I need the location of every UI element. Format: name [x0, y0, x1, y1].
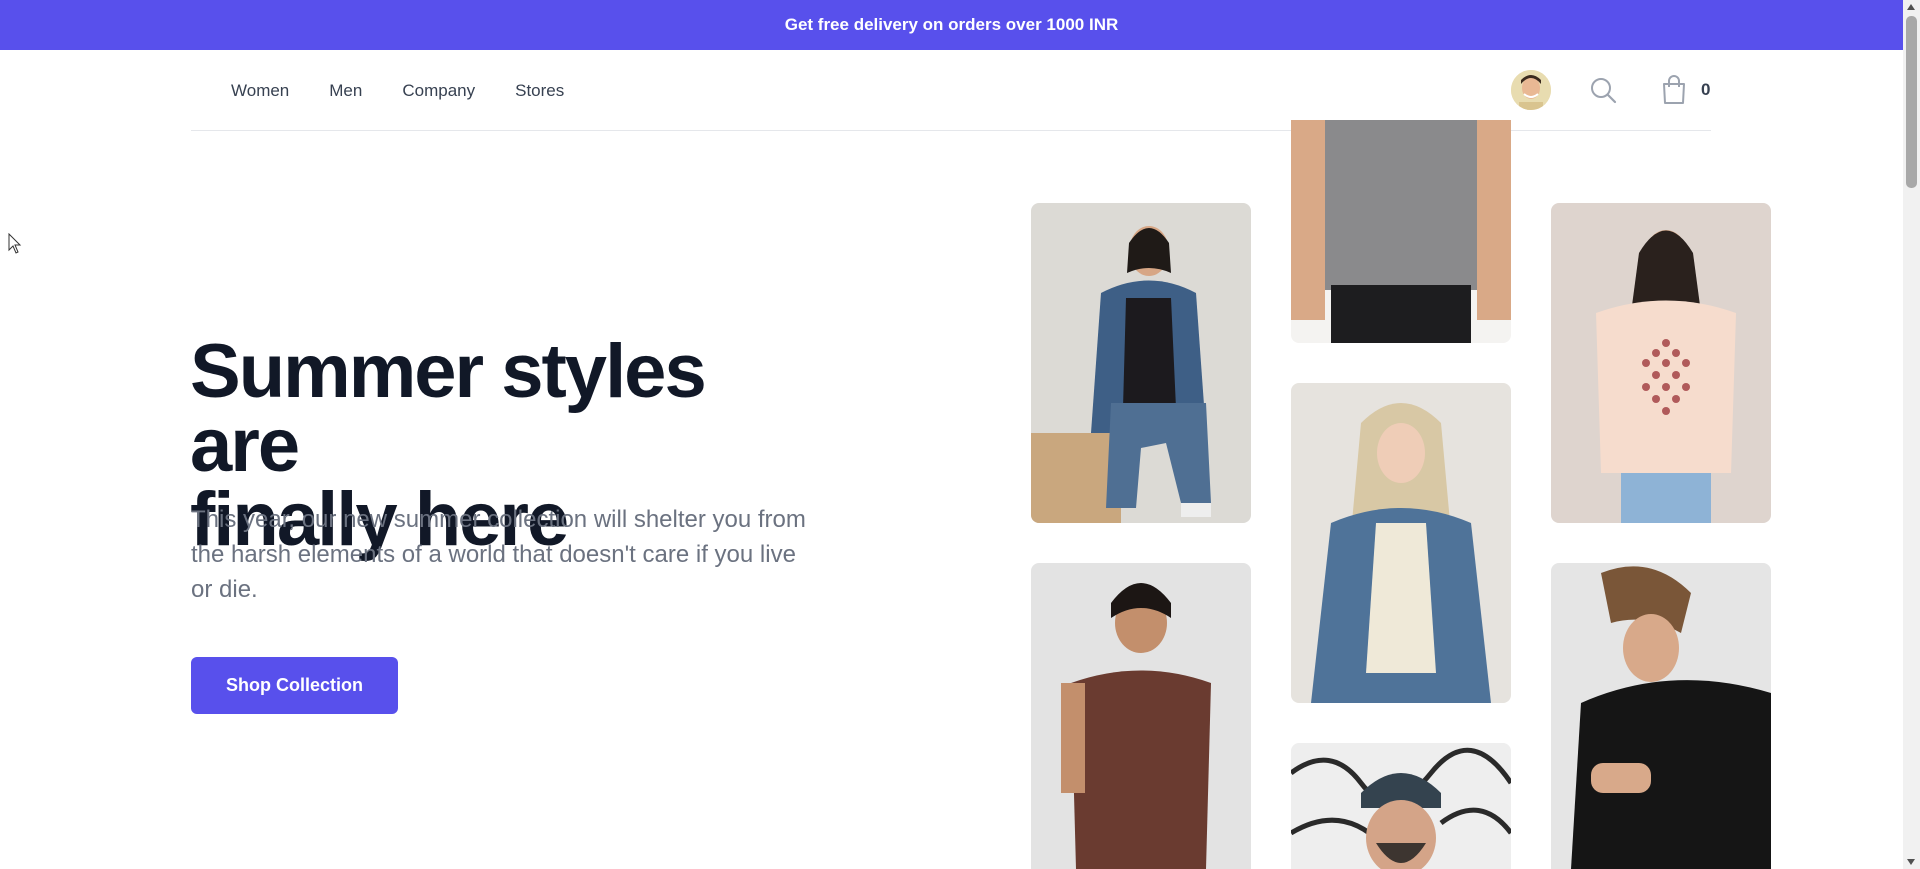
promo-banner: Get free delivery on orders over 1000 IN…: [0, 0, 1903, 50]
page-scrollbar[interactable]: [1903, 0, 1920, 869]
product-image-brown-tshirt-man[interactable]: [1031, 563, 1251, 869]
scroll-up-arrow[interactable]: [1907, 4, 1915, 10]
hero-description: This year, our new summer collection wil…: [191, 506, 806, 603]
product-image-beanie-man[interactable]: [1291, 743, 1511, 869]
product-image-black-tshirt-man[interactable]: [1551, 563, 1771, 869]
product-image-denim-jacket-woman[interactable]: [1031, 203, 1251, 523]
nav-link-women[interactable]: Women: [231, 81, 289, 101]
shopping-bag-icon: [1663, 75, 1685, 104]
cart-count: 0: [1701, 80, 1711, 99]
shop-collection-button[interactable]: Shop Collection: [191, 657, 398, 714]
nav-links: Women Men Company Stores: [231, 50, 604, 131]
product-image-peach-tee[interactable]: [1551, 203, 1771, 523]
search-icon: [1591, 78, 1617, 104]
promo-text: Get free delivery on orders over 1000 IN…: [784, 15, 1119, 34]
nav-link-company[interactable]: Company: [402, 81, 475, 101]
cart-button[interactable]: 0: [1661, 74, 1710, 106]
nav-link-stores[interactable]: Stores: [515, 81, 564, 101]
hero-title-line-1: Summer styles are: [190, 329, 707, 488]
product-image-blonde-denim-jacket[interactable]: [1291, 383, 1511, 703]
product-image-grey-tshirt[interactable]: [1291, 120, 1511, 343]
user-avatar[interactable]: [1511, 70, 1551, 110]
main-navigation: Women Men Company Stores 0: [191, 50, 1711, 131]
search-button[interactable]: [1589, 76, 1617, 104]
scroll-down-arrow[interactable]: [1907, 859, 1915, 865]
nav-link-men[interactable]: Men: [329, 81, 362, 101]
scroll-thumb[interactable]: [1906, 16, 1917, 188]
mouse-cursor-icon: [8, 233, 22, 254]
